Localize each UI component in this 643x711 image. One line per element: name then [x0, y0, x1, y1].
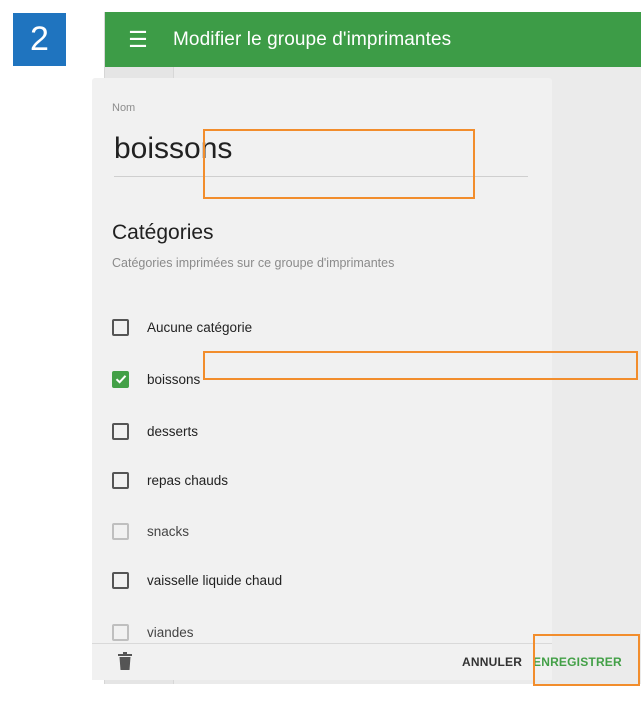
cancel-button[interactable]: ANNULER: [462, 655, 522, 669]
trash-icon: [118, 652, 132, 670]
category-label: repas chauds: [147, 472, 229, 488]
checkmark-icon: [115, 375, 126, 384]
category-row-repas-chauds[interactable]: repas chauds: [112, 468, 532, 492]
top-app-bar: ☰ Modifier le groupe d'imprimantes: [105, 12, 641, 67]
category-row-viandes[interactable]: viandes: [112, 620, 532, 644]
category-row-snacks[interactable]: snacks: [112, 519, 532, 543]
menu-icon[interactable]: ☰: [127, 28, 149, 51]
category-label: vaisselle liquide chaud: [147, 572, 283, 588]
highlight-save-button: [533, 634, 640, 686]
highlight-boissons-row: [203, 351, 638, 380]
category-label: boissons: [147, 371, 201, 387]
category-checkbox[interactable]: [112, 422, 129, 440]
category-row-desserts[interactable]: desserts: [112, 419, 532, 443]
category-label: Aucune catégorie: [147, 319, 253, 335]
step-badge: 2: [13, 13, 66, 66]
category-checkbox-disabled: [112, 623, 129, 641]
category-checkbox[interactable]: [112, 471, 129, 489]
name-field-label: Nom: [112, 102, 136, 114]
page-title: Modifier le groupe d'imprimantes: [173, 28, 452, 50]
category-label: desserts: [147, 423, 199, 439]
form-footer: ANNULER ENREGISTRER: [92, 643, 622, 680]
category-checkbox-checked[interactable]: [112, 370, 129, 388]
delete-button[interactable]: [118, 652, 132, 675]
category-checkbox[interactable]: [112, 318, 129, 336]
category-row-aucune-categorie[interactable]: Aucune catégorie: [112, 315, 532, 339]
category-label: snacks: [147, 523, 190, 539]
category-checkbox[interactable]: [112, 571, 129, 589]
categories-title: Catégories: [112, 221, 214, 244]
category-row-vaisselle-liquide-chaud[interactable]: vaisselle liquide chaud: [112, 568, 532, 592]
categories-subtitle: Catégories imprimées sur ce groupe d'imp…: [112, 256, 395, 270]
category-checkbox-disabled: [112, 522, 129, 540]
category-label: viandes: [147, 624, 194, 640]
highlight-name-field: [203, 129, 475, 199]
